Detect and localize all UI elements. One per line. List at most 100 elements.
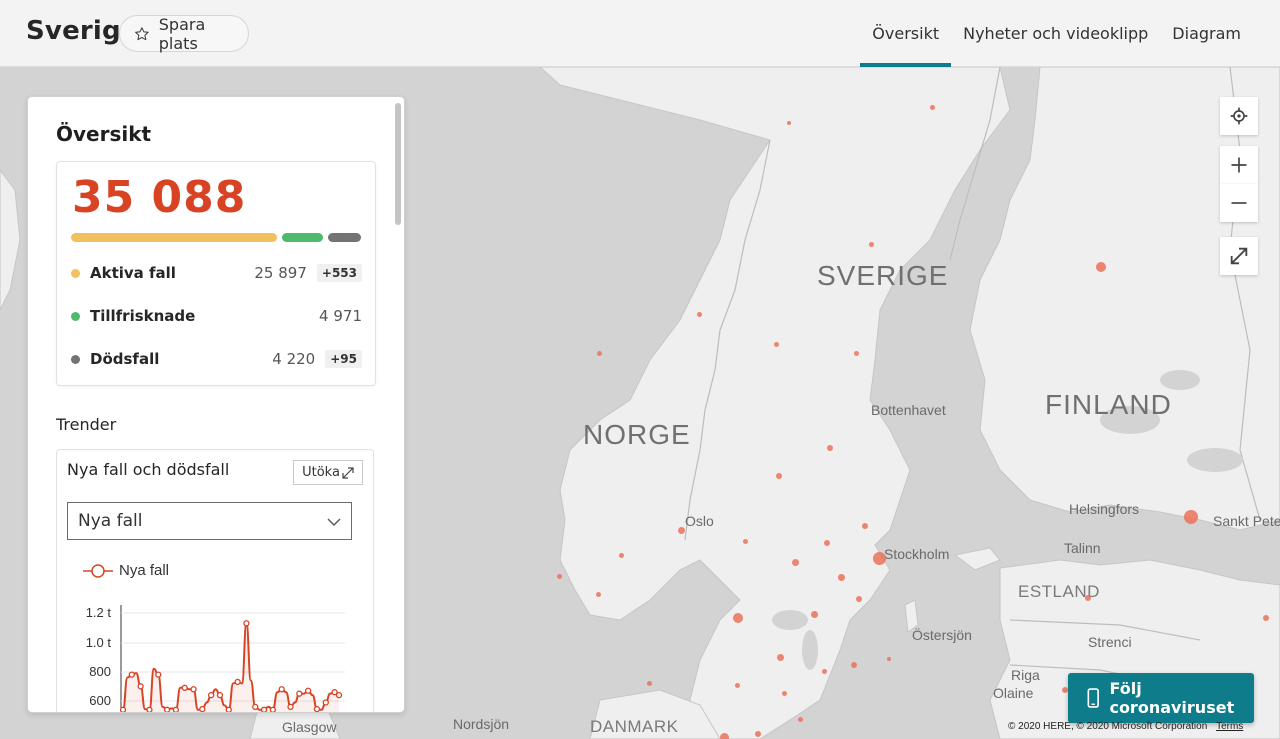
case-dot[interactable]	[678, 527, 685, 534]
case-dot[interactable]	[782, 691, 787, 696]
data-point[interactable]	[128, 671, 135, 678]
stat-value: 25 897	[254, 264, 307, 282]
case-dot[interactable]	[777, 654, 784, 661]
case-dot[interactable]	[776, 473, 782, 479]
stat-label: Tillfrisknade	[90, 307, 196, 325]
case-dot[interactable]	[862, 523, 868, 529]
stat-value: 4 220	[272, 350, 316, 368]
zoom-out-button[interactable]	[1220, 184, 1258, 222]
data-point[interactable]	[190, 686, 197, 693]
case-dot[interactable]	[557, 574, 562, 579]
data-point[interactable]	[260, 706, 268, 712]
case-dot[interactable]	[735, 683, 740, 688]
case-dot[interactable]	[774, 342, 779, 347]
case-dot[interactable]	[930, 105, 935, 110]
follow-label: Följ coronaviruset	[1109, 679, 1235, 717]
panel-scrollbar[interactable]	[395, 103, 401, 225]
trend-card: Nya fall och dödsfall Utöka Nya fall Nya…	[56, 449, 374, 712]
case-dot[interactable]	[1085, 595, 1091, 601]
stat-label: Dödsfall	[90, 350, 160, 368]
case-dot[interactable]	[743, 539, 748, 544]
case-dot[interactable]	[697, 312, 702, 317]
case-dot[interactable]	[792, 559, 799, 566]
data-point[interactable]	[234, 678, 241, 686]
case-dot[interactable]	[720, 733, 729, 739]
data-point[interactable]	[287, 703, 294, 711]
data-point[interactable]	[216, 691, 224, 699]
map-label-olaine: Olaine	[993, 685, 1034, 701]
top-bar: Sverige Spara plats Översikt Nyheter och…	[0, 0, 1280, 67]
data-point[interactable]	[163, 706, 171, 712]
data-point[interactable]	[269, 706, 277, 712]
case-dot[interactable]	[851, 662, 857, 668]
expand-icon	[1230, 247, 1248, 265]
trend-card-title: Nya fall och dödsfall	[67, 460, 230, 479]
recovered-dot-icon	[71, 311, 80, 321]
data-point[interactable]	[296, 690, 303, 697]
case-dot[interactable]	[1096, 262, 1106, 272]
y-tick-label: 1.0 t	[86, 635, 112, 650]
case-dot[interactable]	[869, 242, 874, 247]
case-dot[interactable]	[827, 445, 833, 451]
data-point[interactable]	[199, 705, 206, 712]
save-location-button[interactable]: Spara plats	[119, 14, 249, 53]
recovered-bar	[282, 233, 323, 242]
overview-panel: Översikt 35 088 Aktiva fall 25 897 +553 …	[27, 96, 405, 713]
data-point[interactable]	[304, 687, 312, 694]
save-location-label: Spara plats	[158, 14, 206, 53]
active-dot-icon	[71, 268, 80, 278]
data-point[interactable]	[252, 703, 259, 711]
tab-news-videos[interactable]: Nyheter och videoklipp	[951, 0, 1160, 67]
case-dot[interactable]	[619, 553, 624, 558]
case-dot[interactable]	[873, 552, 886, 565]
case-dot[interactable]	[647, 681, 652, 686]
data-point[interactable]	[146, 706, 153, 712]
case-dot[interactable]	[856, 596, 862, 602]
map-label-nordsjon: Nordsjön	[453, 716, 510, 732]
case-dot[interactable]	[824, 540, 830, 546]
zoom-in-button[interactable]	[1220, 146, 1258, 184]
case-dot[interactable]	[596, 592, 601, 597]
data-point[interactable]	[137, 683, 144, 690]
data-point[interactable]	[313, 705, 321, 712]
data-point[interactable]	[243, 620, 250, 627]
data-point[interactable]	[208, 691, 215, 699]
stat-row-recovered: Tillfrisknade 4 971	[71, 304, 362, 328]
new-cases-chart: 1.2 t 1.0 t 800 600	[86, 605, 345, 712]
case-dot[interactable]	[1184, 510, 1198, 524]
case-dot[interactable]	[787, 121, 791, 125]
stats-card: 35 088 Aktiva fall 25 897 +553 Tillfrisk…	[56, 161, 376, 386]
terms-link[interactable]: Terms	[1216, 721, 1243, 732]
follow-coronavirus-button[interactable]: Följ coronaviruset	[1068, 673, 1254, 723]
legend-line-marker-icon	[83, 563, 113, 578]
data-point[interactable]	[155, 671, 162, 678]
data-point[interactable]	[278, 686, 285, 693]
fullscreen-button[interactable]	[1220, 237, 1258, 275]
data-point[interactable]	[181, 684, 188, 691]
tab-overview[interactable]: Översikt	[860, 0, 951, 67]
case-dot[interactable]	[822, 669, 827, 674]
case-dot[interactable]	[854, 351, 859, 356]
data-point[interactable]	[225, 706, 232, 712]
deaths-bar	[328, 233, 361, 242]
case-dot[interactable]	[597, 351, 602, 356]
case-dot[interactable]	[733, 613, 743, 623]
case-dot[interactable]	[798, 717, 803, 722]
expand-label: Utöka	[302, 465, 340, 480]
tab-charts[interactable]: Diagram	[1160, 0, 1253, 67]
legend-label: Nya fall	[119, 562, 170, 579]
stat-delta: +553	[316, 264, 362, 282]
locate-me-button[interactable]	[1220, 97, 1258, 135]
case-dot[interactable]	[755, 731, 761, 737]
metric-select[interactable]: Nya fall	[67, 502, 352, 540]
case-dot[interactable]	[887, 657, 891, 661]
map-label-oslo: Oslo	[685, 513, 714, 529]
data-point[interactable]	[172, 706, 180, 712]
data-point[interactable]	[335, 691, 343, 699]
case-dot[interactable]	[838, 574, 845, 581]
expand-button[interactable]: Utöka	[293, 460, 363, 485]
case-dot[interactable]	[1263, 615, 1269, 621]
data-point[interactable]	[322, 699, 329, 706]
data-point[interactable]	[119, 706, 127, 712]
case-dot[interactable]	[811, 611, 818, 618]
